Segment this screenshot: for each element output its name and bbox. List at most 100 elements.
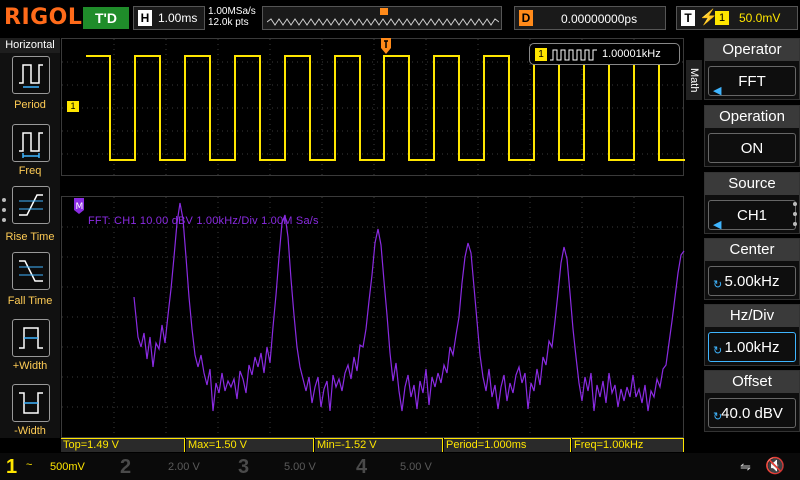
svg-text:M: M <box>76 202 84 212</box>
trigger-channel: 1 <box>715 11 729 25</box>
page-dot-icon <box>2 218 6 222</box>
delay-value: 0.00000000ps <box>561 12 638 26</box>
memory-waveform-icon <box>267 18 499 26</box>
negative-width-label: -Width <box>14 425 46 437</box>
trigger-position-icon <box>380 8 388 15</box>
trigger-box[interactable]: T ⚡ 1 50.0mV <box>676 6 798 30</box>
timebase-box[interactable]: H 1.00ms <box>133 6 205 30</box>
measurement-max: Max=1.50 V <box>186 438 314 452</box>
knob-icon: ↻ <box>713 345 723 357</box>
fft-spectrum-trace <box>133 202 685 412</box>
horizontal-measure-menu: Horizontal Period Freq Rise Time Fall Ti… <box>0 38 60 438</box>
channel-3-scale: 5.00 V <box>284 461 316 473</box>
period-label: Period <box>14 99 46 111</box>
center-value[interactable]: ↻ 5.00kHz <box>708 266 796 296</box>
page-dot-icon <box>793 202 797 206</box>
frequency-counter: 1 1.00001kHz <box>529 43 680 65</box>
trigger-key: T <box>681 10 695 26</box>
channel-1-scale: 500mV <box>50 461 85 473</box>
offset-value-text: 40.0 dBV <box>721 405 783 422</box>
memory-position-strip[interactable] <box>262 6 502 30</box>
timebase-value: 1.00ms <box>158 11 198 25</box>
status-bar: RIGOL T'D H 1.00ms 1.00MSa/s 12.0k pts D… <box>0 0 800 37</box>
channel-4-number: 4 <box>356 456 368 478</box>
math-offset-marker-icon[interactable]: M <box>74 198 84 214</box>
usb-icon: ⇋ <box>740 459 751 474</box>
operator-menu-item[interactable]: Operator ◀ FFT <box>704 38 800 100</box>
page-dot-icon <box>2 208 6 212</box>
acquisition-info: 1.00MSa/s 12.0k pts <box>208 6 256 28</box>
center-menu-item[interactable]: Center ↻ 5.00kHz <box>704 238 800 300</box>
positive-width-button[interactable] <box>12 319 50 357</box>
operation-menu-item[interactable]: Operation ON <box>704 105 800 167</box>
trigger-position-marker-icon[interactable] <box>381 38 391 54</box>
brand-logo: RIGOL <box>4 5 83 30</box>
operator-title: Operator <box>705 39 799 61</box>
source-value[interactable]: ◀ CH1 <box>708 200 796 231</box>
select-arrow-icon: ◀ <box>713 85 722 97</box>
channel-1-number: 1 <box>6 456 18 478</box>
timebase-key: H <box>138 10 152 26</box>
channel-4-status[interactable]: 4 5.00 V <box>354 455 464 479</box>
period-icon <box>19 64 43 88</box>
hz-per-div-value[interactable]: ↻ 1.00kHz <box>708 332 796 362</box>
fall-time-label: Fall Time <box>7 295 53 307</box>
measurement-min: Min=-1.52 V <box>315 438 443 452</box>
run-state-badge[interactable]: T'D <box>83 7 129 29</box>
channel-3-status[interactable]: 3 5.00 V <box>236 455 346 479</box>
ac-coupling-icon: ~ <box>26 459 33 471</box>
fft-display[interactable]: FFT: CH1 10.00 dBV 1.00kHz/Div 1.00M Sa/… <box>61 196 685 439</box>
fall-time-button[interactable] <box>12 252 50 290</box>
page-dot-icon <box>793 212 797 216</box>
operator-value[interactable]: ◀ FFT <box>708 66 796 97</box>
hz-per-div-menu-item[interactable]: Hz/Div ↻ 1.00kHz <box>704 304 800 366</box>
memory-depth: 12.0k pts <box>208 17 249 28</box>
offset-value[interactable]: ↻ 40.0 dBV <box>708 398 796 428</box>
page-dot-icon <box>2 198 6 202</box>
measurement-frequency: Freq=1.00kHz <box>572 438 684 452</box>
time-domain-display[interactable]: 1 1.00001kHz <box>61 38 685 177</box>
hz-per-div-value-text: 1.00kHz <box>724 339 780 356</box>
menu-header: Horizontal <box>0 38 60 53</box>
hz-per-div-title: Hz/Div <box>705 305 799 327</box>
fft-spectrum-plot <box>62 197 685 439</box>
speaker-mute-icon[interactable]: 🔇 <box>765 456 785 476</box>
source-value-text: CH1 <box>736 207 767 224</box>
period-button[interactable] <box>12 56 50 94</box>
delay-box[interactable]: D 0.00000000ps <box>514 6 666 30</box>
rise-time-icon <box>19 194 43 216</box>
offset-title: Offset <box>705 371 799 393</box>
channel-bar: 1 ~ 500mV 2 2.00 V 3 5.00 V 4 5.00 V <box>0 453 800 480</box>
fall-time-icon <box>19 260 43 282</box>
negative-width-button[interactable] <box>12 384 50 422</box>
ch1-offset-marker[interactable]: 1 <box>67 101 79 112</box>
rise-time-button[interactable] <box>12 186 50 224</box>
page-dot-icon <box>793 222 797 226</box>
channel-2-scale: 2.00 V <box>168 461 200 473</box>
center-value-text: 5.00kHz <box>724 273 780 290</box>
negative-width-icon <box>19 392 43 414</box>
measurement-period: Period=1.000ms <box>444 438 571 452</box>
measurement-top: Top=1.49 V <box>61 438 185 452</box>
operator-value-text: FFT <box>738 73 766 90</box>
knob-icon: ↻ <box>713 411 723 423</box>
knob-icon: ↻ <box>713 279 723 291</box>
square-wave-trace <box>86 55 685 161</box>
operation-title: Operation <box>705 106 799 128</box>
source-title: Source <box>705 173 799 195</box>
frequency-button[interactable] <box>12 124 50 162</box>
fft-info-label: FFT: CH1 10.00 dBV 1.00kHz/Div 1.00M Sa/… <box>88 215 319 227</box>
square-wave-icon <box>550 49 597 61</box>
channel-2-status[interactable]: 2 2.00 V <box>118 455 228 479</box>
center-title: Center <box>705 239 799 261</box>
operation-value[interactable]: ON <box>708 133 796 163</box>
source-menu-item[interactable]: Source ◀ CH1 <box>704 172 800 234</box>
rise-time-label: Rise Time <box>5 231 55 243</box>
positive-width-label: +Width <box>12 360 48 372</box>
counter-value: 1.00001kHz <box>602 48 661 60</box>
math-tab[interactable]: Math <box>686 60 702 100</box>
offset-menu-item[interactable]: Offset ↻ 40.0 dBV <box>704 370 800 432</box>
channel-1-status[interactable]: 1 ~ 500mV <box>4 455 114 479</box>
channel-3-number: 3 <box>238 456 250 478</box>
select-arrow-icon: ◀ <box>713 219 722 231</box>
